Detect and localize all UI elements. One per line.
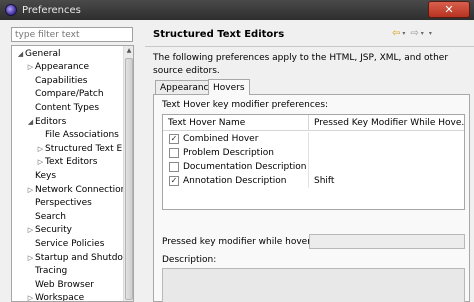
scroll-up-icon[interactable]: ▲	[124, 46, 133, 56]
sidebar-item-label: Content Types	[35, 102, 100, 113]
description-field	[162, 268, 465, 302]
sidebar-item[interactable]: ▷ Workspace	[26, 292, 85, 302]
table-row[interactable]: ✓ Annotation Description Shift	[163, 174, 464, 188]
expand-arrow-icon[interactable]: ▷	[26, 186, 35, 194]
sidebar-item-label: Security	[35, 225, 72, 236]
sidebar-item-label: Keys	[35, 170, 57, 181]
hover-name: Documentation Description	[183, 162, 307, 172]
filter-input[interactable]	[11, 27, 133, 42]
eclipse-app-icon	[5, 4, 17, 16]
sidebar-item-label: Perspectives	[35, 198, 92, 209]
expand-arrow-icon[interactable]: ▷	[26, 254, 35, 262]
preference-page: Structured Text Editors ⇦ ▾ ⇨ ▾ ▾ The fo…	[145, 20, 474, 302]
sidebar-item-label: Compare/Patch	[35, 89, 104, 100]
sidebar-item-label: General	[25, 48, 61, 59]
sidebar-item-label: Editors	[35, 116, 67, 127]
sidebar-item[interactable]: ▷ Security	[26, 224, 72, 237]
sidebar-item[interactable]: Compare/Patch	[26, 88, 104, 101]
sidebar-item-label: Capabilities	[35, 75, 88, 86]
table-row[interactable]: ✓ Combined Hover	[163, 132, 464, 146]
sidebar-item[interactable]: Perspectives	[26, 197, 92, 210]
sidebar-item-label: Search	[35, 211, 66, 222]
tab-hovers[interactable]: Hovers	[208, 79, 250, 95]
back-history-dropdown-icon[interactable]: ▾	[402, 30, 405, 37]
hovers-panel: Text Hover key modifier preferences: Tex…	[153, 94, 470, 302]
sidebar-item-label: Service Policies	[35, 238, 105, 249]
sidebar-item-label: Workspace	[35, 293, 85, 302]
expand-arrow-icon[interactable]: ▷	[26, 63, 35, 71]
sidebar: ◢General▷AppearanceCapabilitiesCompare/P…	[0, 20, 138, 302]
hover-name-cell: Problem Description	[163, 146, 309, 160]
hover-name: Combined Hover	[183, 134, 259, 144]
hover-name-cell: ✓ Annotation Description	[163, 174, 309, 188]
page-description: The following preferences apply to the H…	[153, 53, 449, 76]
expand-arrow-icon[interactable]: ▷	[36, 158, 45, 166]
table-row[interactable]: Documentation Description	[163, 160, 464, 174]
expand-arrow-icon[interactable]: ▷	[26, 294, 35, 301]
hover-enabled-checkbox[interactable]	[169, 148, 179, 158]
hover-enabled-checkbox[interactable]: ✓	[169, 134, 179, 144]
hover-modifier-cell	[309, 160, 464, 174]
hover-modifier-cell: Shift	[314, 176, 335, 186]
view-menu-icon[interactable]: ▾	[429, 30, 432, 37]
sidebar-item[interactable]: ▷ Structured Text E	[36, 142, 122, 155]
expand-arrow-icon[interactable]: ◢	[16, 50, 25, 58]
sidebar-item-label: File Associations	[45, 130, 119, 141]
hover-enabled-checkbox[interactable]: ✓	[169, 176, 179, 186]
hover-name-cell: Documentation Description	[163, 160, 309, 174]
forward-history-dropdown-icon[interactable]: ▾	[421, 30, 424, 37]
sidebar-item-label: Tracing	[35, 266, 68, 277]
sidebar-item[interactable]: ◢ Editors	[26, 115, 67, 128]
hover-enabled-checkbox[interactable]	[169, 162, 179, 172]
pressed-modifier-label: Pressed key modifier while hovering:	[162, 237, 328, 247]
scrollbar-thumb[interactable]	[125, 58, 133, 300]
hover-name: Annotation Description	[183, 176, 287, 186]
sidebar-item[interactable]: Tracing	[26, 265, 67, 278]
column-header-modifier[interactable]: Pressed Key Modifier While Hove...	[309, 115, 464, 131]
sidebar-item-label: Text Editors	[45, 157, 98, 168]
column-header-name[interactable]: Text Hover Name	[163, 115, 309, 131]
tree-scrollbar[interactable]: ▲	[123, 46, 133, 301]
back-arrow-icon[interactable]: ⇦	[392, 28, 400, 39]
sidebar-item-label: Startup and Shutdown	[35, 252, 124, 263]
table-row[interactable]: Problem Description	[163, 146, 464, 160]
expand-arrow-icon[interactable]: ▷	[26, 226, 35, 234]
hover-name: Problem Description	[183, 148, 274, 158]
hover-modifier-cell	[309, 132, 464, 146]
sidebar-item[interactable]: Search	[26, 210, 66, 223]
sidebar-item-label: Web Browser	[35, 279, 94, 290]
sidebar-item[interactable]: Keys	[26, 169, 56, 182]
tree-items: ◢ General ▷ Appearance Capabilities Compare/P…	[12, 46, 124, 302]
page-title: Structured Text Editors	[153, 29, 285, 40]
sidebar-item[interactable]: Service Policies	[26, 237, 104, 250]
hover-table: Text Hover Name Pressed Key Modifier Whi…	[162, 114, 465, 210]
sidebar-item[interactable]: Content Types	[26, 101, 99, 114]
page-nav: ⇦ ▾ ⇨ ▾ ▾	[392, 26, 435, 40]
hover-modifier-cell	[309, 146, 464, 160]
preferences-window: ◢General▷AppearanceCapabilitiesCompare/P…	[0, 20, 474, 302]
title-bar: Preferences ✕	[0, 0, 474, 20]
window-title: Preferences	[22, 4, 81, 16]
close-button[interactable]: ✕	[428, 1, 470, 18]
sidebar-item[interactable]: ▷ Appearance	[26, 61, 89, 74]
sidebar-item[interactable]: ◢ General	[16, 47, 61, 60]
forward-arrow-icon[interactable]: ⇨	[410, 28, 418, 39]
sidebar-item[interactable]: File Associations	[36, 129, 119, 142]
sidebar-item-label: Structured Text E	[45, 143, 123, 154]
sidebar-item-label: Network Connection	[35, 184, 124, 195]
pressed-modifier-field[interactable]	[309, 234, 465, 249]
sidebar-item-label: Appearance	[35, 62, 90, 73]
sidebar-item[interactable]: Capabilities	[26, 74, 88, 87]
expand-arrow-icon[interactable]: ◢	[26, 118, 35, 126]
description-label: Description:	[162, 255, 217, 265]
hover-name-cell: ✓ Combined Hover	[163, 132, 309, 146]
title-separator	[145, 46, 474, 47]
sidebar-item[interactable]: ▷Startup and Shutdown	[26, 251, 124, 264]
hover-modifier-heading: Text Hover key modifier preferences:	[162, 100, 329, 110]
sidebar-item[interactable]: ▷ Text Editors	[36, 156, 98, 169]
sidebar-item[interactable]: Web Browser	[26, 278, 94, 291]
sidebar-item[interactable]: ▷ Network Connection	[26, 183, 124, 196]
preference-tree: ◢ General ▷ Appearance Capabilities Compare/P…	[11, 45, 134, 302]
expand-arrow-icon[interactable]: ▷	[36, 145, 45, 153]
